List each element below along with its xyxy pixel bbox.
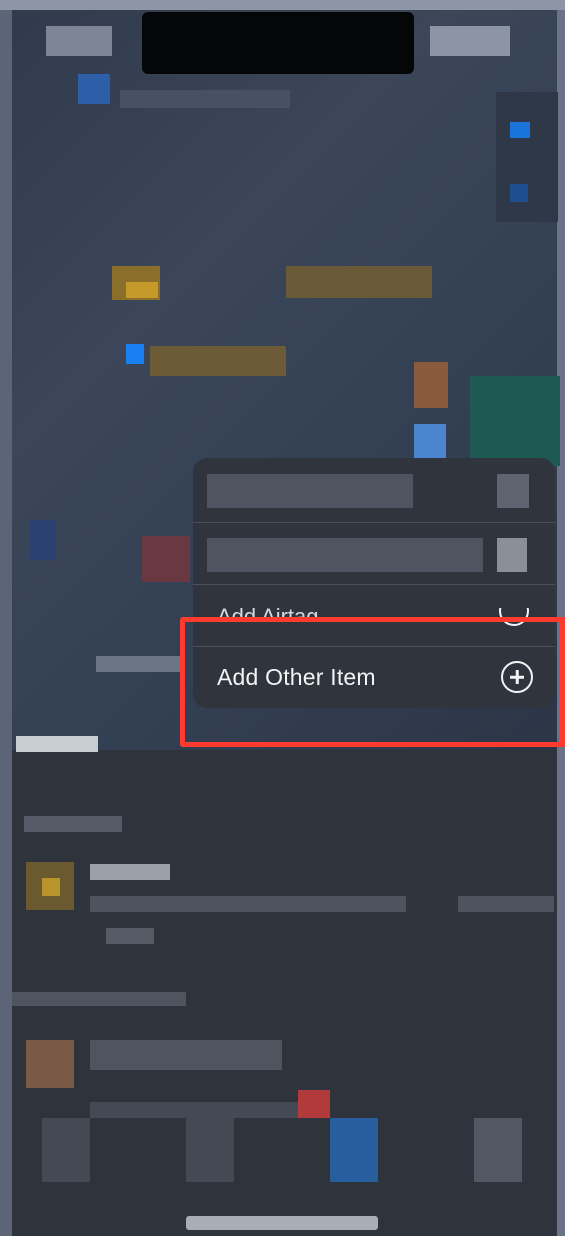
plus-circle-icon xyxy=(501,661,533,693)
list-item-action-blur xyxy=(186,1118,234,1182)
status-time-blur xyxy=(46,26,112,56)
map-label-blur xyxy=(150,346,286,376)
list-item-title-blur xyxy=(90,864,170,880)
list-header-blur xyxy=(16,736,98,752)
map-red-blur xyxy=(142,536,190,582)
plus-circle-icon-partial xyxy=(499,608,531,630)
menu-item-icon-blur xyxy=(497,474,529,508)
map-label-blur xyxy=(286,266,432,298)
menu-divider xyxy=(193,522,555,523)
add-other-item-label: Add Other Item xyxy=(217,663,376,690)
list-item-action-blur xyxy=(474,1118,522,1182)
map-location-dot xyxy=(126,344,144,364)
menu-item-blur[interactable] xyxy=(207,474,413,508)
list-item-avatar-blur xyxy=(42,878,60,896)
list-section-blur xyxy=(24,816,122,832)
home-indicator[interactable] xyxy=(186,1216,378,1230)
map-road-blur xyxy=(120,90,290,108)
add-other-item-button[interactable]: Add Other Item xyxy=(193,646,555,708)
menu-item-blur[interactable] xyxy=(207,538,483,572)
map-pin-blur xyxy=(78,74,110,104)
list-item-subtitle-blur xyxy=(90,896,406,912)
list-section-blur xyxy=(12,992,186,1006)
highlight-box-right-edge xyxy=(560,617,565,747)
list-item-action-blur xyxy=(330,1118,378,1182)
dynamic-island xyxy=(142,12,414,74)
add-menu-popover: Add Airtag Add Other Item xyxy=(193,458,555,708)
map-green-blur xyxy=(470,376,560,466)
list-item-badge-blur xyxy=(298,1090,330,1118)
menu-item-partial-label: Add Airtag xyxy=(217,604,319,620)
screen-edge-left xyxy=(0,0,12,1236)
map-control-dot xyxy=(510,184,528,202)
menu-item-icon-blur xyxy=(497,538,527,572)
status-icons-blur xyxy=(430,26,510,56)
list-item-title-blur xyxy=(90,1040,282,1070)
list-item-action-blur xyxy=(42,1118,90,1182)
phone-screen: Add Airtag Add Other Item xyxy=(0,0,565,1236)
list-item-avatar-blur xyxy=(26,1040,74,1088)
map-pin-blur xyxy=(414,424,446,458)
map-control-blur xyxy=(496,92,558,222)
map-label-blur xyxy=(96,656,180,672)
map-label-blur xyxy=(126,282,158,298)
list-item-subtitle-blur xyxy=(90,1102,300,1118)
list-item-detail-blur xyxy=(106,928,154,944)
screen-edge-top xyxy=(0,0,565,10)
map-control-dot xyxy=(510,122,530,138)
list-item-meta-blur xyxy=(458,896,554,912)
map-blue-blur xyxy=(30,520,56,560)
menu-divider xyxy=(193,584,555,585)
map-avatar-blur xyxy=(414,362,448,408)
